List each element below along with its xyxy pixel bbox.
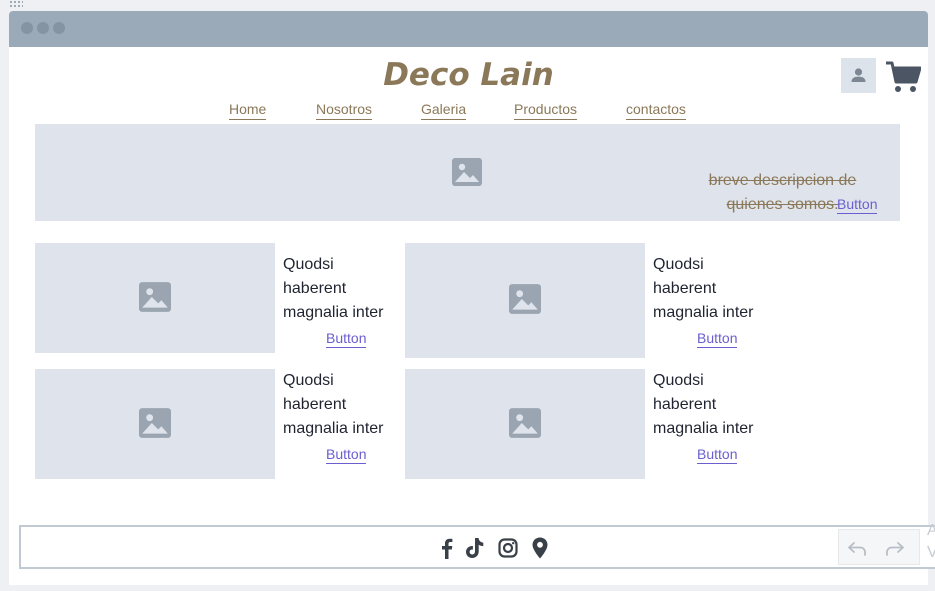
card-button[interactable]: Button (697, 330, 738, 348)
drag-grip-icon[interactable] (9, 0, 23, 7)
card-image (35, 243, 275, 353)
undo-redo-toolbar (838, 529, 920, 565)
redo-icon[interactable] (883, 536, 907, 560)
instagram-icon[interactable] (497, 536, 519, 560)
card-text: Quodsi haberent magnalia inter (653, 372, 754, 437)
window-dot-icon[interactable] (37, 22, 49, 34)
image-placeholder-icon (139, 408, 171, 438)
card-text: Quodsi haberent magnalia inter (653, 256, 754, 321)
nav-link-productos[interactable]: Productos (514, 101, 578, 120)
hero-banner: breve descripcion de quienes somos. Butt… (35, 124, 900, 221)
card-image (405, 243, 645, 358)
edge-cut-text: A V (927, 522, 935, 561)
hero-button[interactable]: Button (837, 196, 878, 214)
nav-link-home[interactable]: Home (229, 101, 267, 120)
browser-window: Deco Lain Home Nosotros Galeria Producto… (9, 11, 928, 585)
location-pin-icon[interactable] (529, 536, 551, 560)
card-text: Quodsi haberent magnalia inter (283, 256, 384, 321)
user-icon (851, 68, 866, 82)
window-titlebar (9, 11, 928, 47)
card-button[interactable]: Button (697, 446, 738, 464)
window-dot-icon[interactable] (21, 22, 33, 34)
tiktok-icon[interactable] (463, 536, 485, 560)
nav-link-contactos[interactable]: contactos (626, 101, 686, 120)
nav-link-nosotros[interactable]: Nosotros (316, 101, 373, 120)
card-image (405, 369, 645, 479)
card-image (35, 369, 275, 479)
shopping-cart-icon[interactable] (885, 60, 921, 94)
user-account-button[interactable] (841, 58, 876, 93)
image-placeholder-icon (509, 408, 541, 438)
image-placeholder-icon (139, 282, 171, 312)
site-brand: Deco Lain (383, 57, 554, 93)
nav-link-galeria[interactable]: Galeria (421, 101, 467, 120)
site-footer (19, 525, 935, 569)
window-dot-icon[interactable] (53, 22, 65, 34)
card-text: Quodsi haberent magnalia inter (283, 372, 384, 437)
image-placeholder-icon (452, 158, 482, 186)
image-placeholder-icon (509, 284, 541, 314)
undo-icon[interactable] (845, 536, 869, 560)
card-button[interactable]: Button (326, 330, 367, 348)
card-button[interactable]: Button (326, 446, 367, 464)
facebook-icon[interactable] (436, 536, 458, 560)
